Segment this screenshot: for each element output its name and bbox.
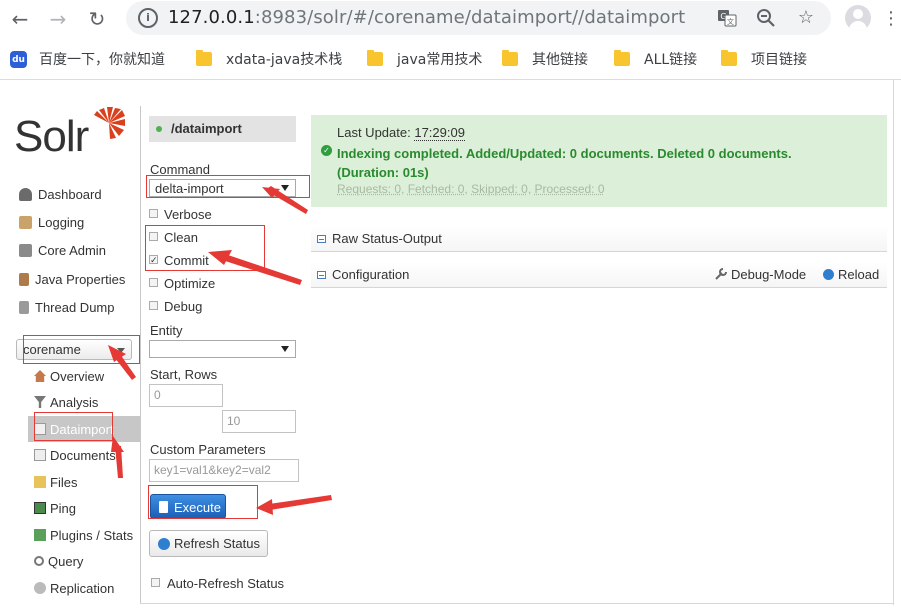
annotation-arrow-execute: [256, 495, 332, 515]
annotation-arrow-core-selector: [108, 345, 136, 380]
annotation-arrow-dataimport: [111, 436, 124, 478]
page-footer-cut-off: [260, 602, 900, 609]
annotation-arrows: [108, 186, 332, 515]
annotation-arrow-command: [262, 186, 308, 214]
annotation-arrow-clean-commit: [208, 250, 302, 285]
